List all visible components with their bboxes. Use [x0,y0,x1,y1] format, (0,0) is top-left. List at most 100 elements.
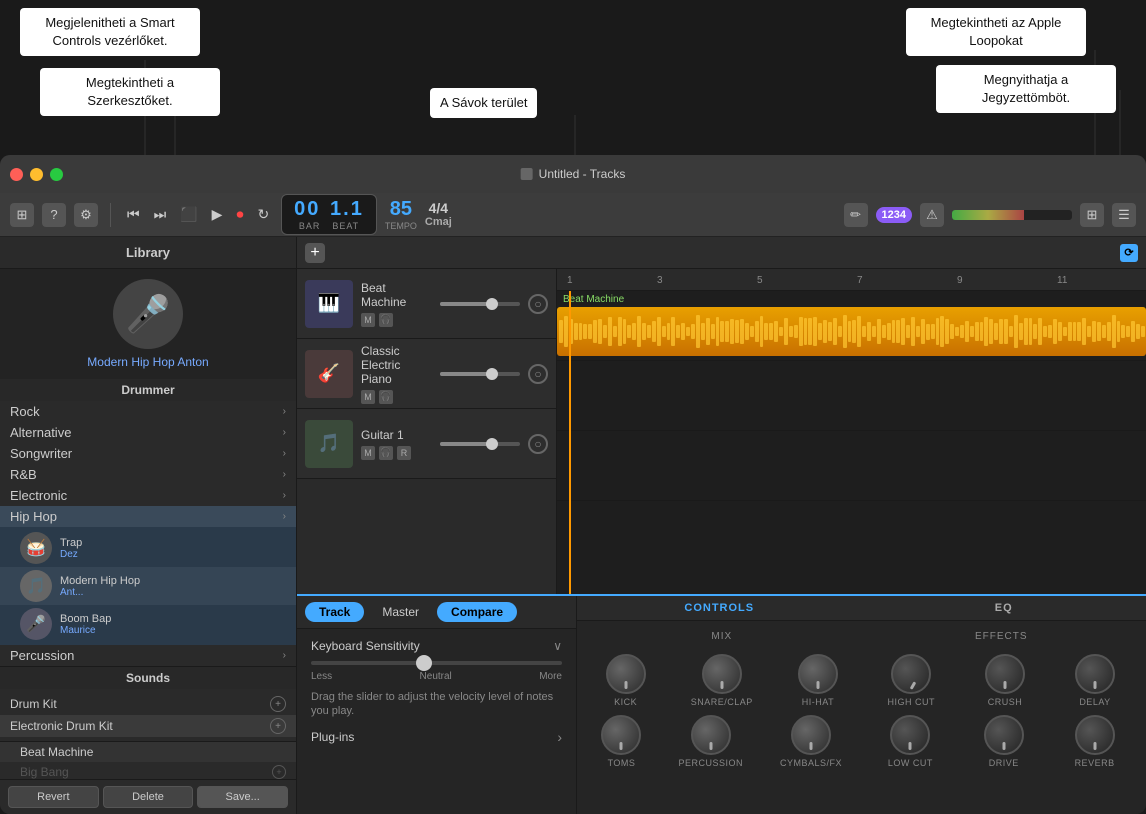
wave-bar [647,325,651,337]
volume-thumb[interactable] [486,438,498,450]
wave-bar [1141,326,1145,336]
wave-bar [681,323,685,341]
pencil-icon[interactable]: ✏ [844,203,868,227]
sensitivity-thumb[interactable] [416,655,432,671]
genre-rock[interactable]: Rock › [0,401,296,422]
save-button[interactable]: Save... [197,786,288,808]
genre-songwriter[interactable]: Songwriter › [0,443,296,464]
wave-bar [960,325,964,339]
knob-cymbals-control[interactable] [791,715,831,755]
add-track-button[interactable]: + [305,243,325,263]
volume-slider[interactable] [440,442,520,446]
rec-icon[interactable]: R [397,446,411,460]
tab-master[interactable]: Master [368,602,433,622]
sensitivity-slider[interactable] [311,661,562,665]
wave-bar [1043,326,1047,337]
expand-icon[interactable]: ∨ [553,639,562,653]
wave-bar [1033,324,1037,339]
track-end-btn[interactable]: ○ [528,294,548,314]
sound-beat-machine[interactable]: Beat Machine [0,742,296,762]
knob-perc-control[interactable] [691,715,731,755]
warn-icon[interactable]: ⚠ [920,203,944,227]
wave-bar [760,316,764,347]
wave-bar [789,326,793,337]
wave-bar [833,318,837,345]
notepad-icon[interactable]: ☰ [1112,203,1136,227]
knob-crush-control[interactable] [985,654,1025,694]
genre-rnb[interactable]: R&B › [0,464,296,485]
knob-snare-control[interactable] [702,654,742,694]
knob-drive-control[interactable] [984,715,1024,755]
loop-icon[interactable]: ⊞ [1080,203,1104,227]
track-end-btn[interactable]: ○ [528,434,548,454]
rewind-button[interactable]: ⏮ [123,204,144,225]
delete-button[interactable]: Delete [103,786,194,808]
kit-drum[interactable]: Drum Kit + [0,693,296,715]
empty-track-guitar [557,431,1146,501]
wave-bar [593,320,597,343]
knob-kick-control[interactable] [606,654,646,694]
volume-thumb[interactable] [486,298,498,310]
panel-icon[interactable]: ⊞ [10,203,34,227]
help-icon[interactable]: ? [42,203,66,227]
track-row-electric-piano[interactable]: 🎸 Classic Electric Piano M 🎧 [297,339,556,409]
revert-button[interactable]: Revert [8,786,99,808]
wave-bar [794,325,798,338]
knob-delay-control[interactable] [1075,654,1115,694]
loop-badge[interactable]: 1234 [876,207,912,223]
mute-icon[interactable]: M [361,390,375,404]
drummer-trap[interactable]: 🥁 Trap Dez [0,529,296,567]
track-icons-guitar: M 🎧 R [361,446,432,460]
knob-highcut-control[interactable] [891,654,931,694]
close-button[interactable] [10,168,23,181]
kit-drum-btn[interactable]: + [270,696,286,712]
mute-icon[interactable]: M [361,313,375,327]
headphone-icon[interactable]: 🎧 [379,446,393,460]
genre-list: Rock › Alternative › Songwriter › R&B › … [0,401,296,666]
play-button[interactable]: ▶ [208,204,227,225]
wave-bar [838,326,842,337]
kit-electronic[interactable]: Electronic Drum Kit + [0,715,296,737]
settings-icon[interactable]: ⚙ [74,203,98,227]
maximize-button[interactable] [50,168,63,181]
knob-highcut-label: HIGH CUT [888,697,936,707]
genre-hiphop[interactable]: Hip Hop › [0,506,296,527]
plugins-row[interactable]: Plug-ins › [311,729,562,745]
cycle-button[interactable]: ↻ [253,204,273,225]
volume-slider[interactable] [440,372,520,376]
knob-hihat-control[interactable] [798,654,838,694]
track-end-btn[interactable]: ○ [528,364,548,384]
sound-big-bang[interactable]: Big Bang + [0,762,296,779]
knob-toms-control[interactable] [601,715,641,755]
wave-bar [559,320,563,343]
headphone-icon[interactable]: 🎧 [379,313,393,327]
playhead[interactable] [569,291,571,594]
genre-percussion[interactable]: Percussion › [0,645,296,666]
drummer-modern[interactable]: 🎵 Modern Hip Hop Ant... [0,567,296,605]
volume-thumb[interactable] [486,368,498,380]
stop-button[interactable]: ⬛ [176,204,201,225]
minimize-button[interactable] [30,168,43,181]
waveform-beat-machine[interactable]: Beat Machine [557,291,1146,361]
genre-alternative[interactable]: Alternative › [0,422,296,443]
tab-compare[interactable]: Compare [437,602,517,622]
wave-bar [579,323,583,341]
loop-mode-icon[interactable]: ⟳ [1120,244,1138,262]
controls-tab[interactable]: Controls [587,602,852,614]
traffic-lights[interactable] [10,168,63,181]
volume-slider[interactable] [440,302,520,306]
eq-tab[interactable]: EQ [872,602,1137,614]
track-row-guitar[interactable]: 🎵 Guitar 1 M 🎧 R [297,409,556,479]
headphone-icon[interactable]: 🎧 [379,390,393,404]
forward-button[interactable]: ⏭ [150,204,171,225]
kit-electronic-btn[interactable]: + [270,718,286,734]
track-row-beat-machine[interactable]: 🎹 Beat Machine M 🎧 [297,269,556,339]
knob-reverb-control[interactable] [1075,715,1115,755]
record-button[interactable]: ⏺ [232,204,247,225]
mute-icon[interactable]: M [361,446,375,460]
drummer-boombap[interactable]: 🎤 Boom Bap Maurice [0,605,296,643]
tab-track[interactable]: Track [305,602,364,622]
genre-electronic[interactable]: Electronic › [0,485,296,506]
knob-lowcut-control[interactable] [890,715,930,755]
mix-knob-row-1: KICK SNARE/CLAP [587,654,857,707]
